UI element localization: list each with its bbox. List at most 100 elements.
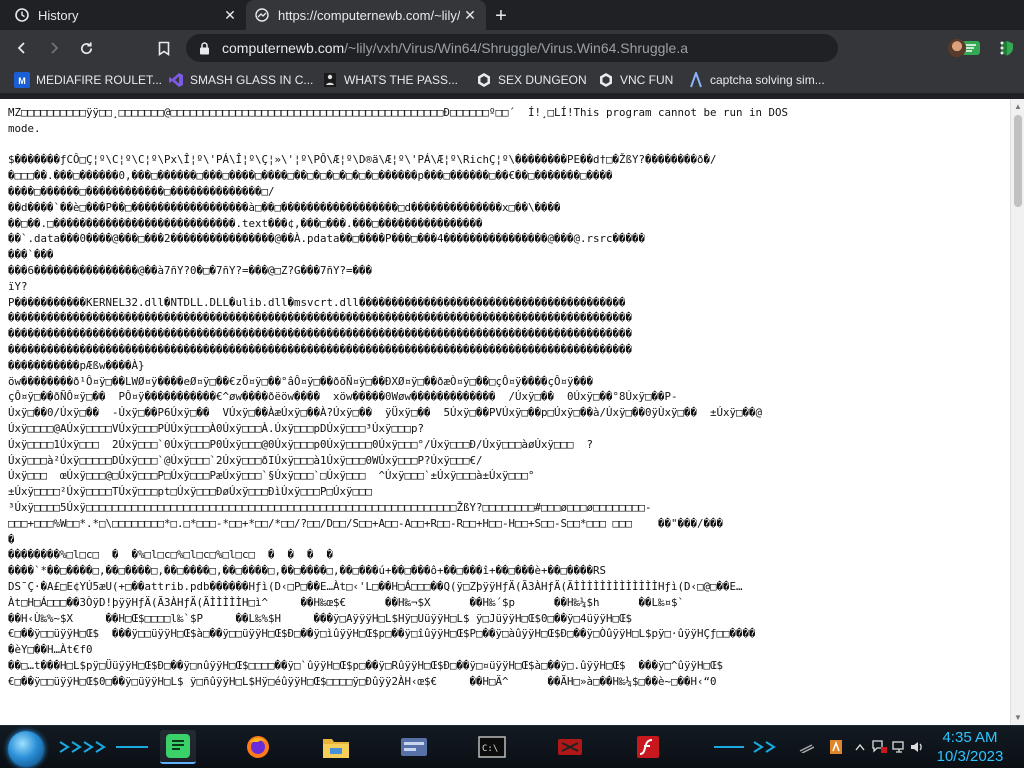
content-line: ����������������������������������������… [8,342,633,356]
content-line: �□□□��.���□������0,���□������□���□����□�… [8,169,613,183]
content-line: Úxÿ□��0/Úxÿ□�� -Úxÿ□��P6Úxÿ□�� VÚxÿ□��Àæ… [8,406,763,420]
content-line: ±Úxÿ□□□□²Úxÿ□□□□TÚxÿ□□□pt□Úxÿ□□□ÐøÚxÿ□□□… [8,485,373,499]
scroll-up-icon[interactable]: ▲ [1014,102,1022,111]
bookmark-label: SMASH GLASS IN C... [190,73,314,87]
binary-text-content: MZ□□□□□□□□□□ÿÿ□□¸□□□□□□□@□□□□□□□□□□□□□□□… [0,99,1010,689]
bookmark-item[interactable]: captcha solving sim... [688,71,825,89]
volume-icon[interactable] [908,738,926,756]
bookmark-item[interactable]: M MEDIAFIRE ROULET... [14,71,162,89]
clock-time: 4:35 AM [942,729,998,746]
firefox-icon[interactable] [240,730,276,764]
close-icon[interactable]: ✕ [460,5,480,25]
new-tab-button[interactable]: + [490,5,512,27]
decorative-chevrons [59,741,148,753]
content-line: ³Úxÿ□□□□5Úxÿ□□□□□□□□□□□□□□□□□□□□□□□□□□□□… [8,500,652,514]
content-line: ����□������□������������□��������������□… [8,184,275,198]
bookmark-item[interactable]: SEX DUNGEON [476,71,587,89]
svg-text:C:\: C:\ [482,744,498,754]
tab-active[interactable]: https://computernewb.com/~lily/v ✕ [246,0,486,30]
start-button[interactable] [8,731,44,767]
vmware-icon [598,72,614,88]
url-host: computernewb.com [222,40,345,56]
clock-date: 10/3/2023 [936,748,1004,765]
profile-avatar[interactable] [948,39,966,57]
content-line: ��������%□l□c□ � �%□l□c□%□l□c□%□l□c□ � �… [8,548,334,562]
notepad-icon[interactable] [160,730,196,764]
content-line: �èY□��H…Àt€f0 [8,643,93,657]
mediafire-icon: M [14,72,30,88]
content-line: çÔ¤ÿ□��ðÑÔ¤ÿ□�� PÔ¤ÿ�����������€^øw����ð… [8,390,678,404]
page-content[interactable]: MZ□□□□□□□□□□ÿÿ□□¸□□□□□□□@□□□□□□□□□□□□□□□… [0,99,1010,725]
system-clock[interactable]: 4:35 AM 10/3/2023 [930,728,1010,766]
flash-icon[interactable] [630,730,666,764]
action-center-icon[interactable] [870,738,890,756]
bookmark-item[interactable]: WHATS THE PASS... [322,71,458,89]
page-icon [254,7,270,23]
history-icon [14,7,30,23]
content-line: $�������ƒCÔ□Ç¦º\C¦º\C¦º\Px\Î¦º\'PÁ\Î¦º\Ç… [8,153,717,167]
tray-app-icon[interactable] [826,738,846,756]
tab-history[interactable]: History ✕ [0,0,246,30]
toolbar: computernewb.com/~lily/vxh/Virus/Win64/S… [0,30,1024,66]
content-line: ��`.data���0����@���□���2���������������… [8,232,646,246]
content-line: Úxÿ□□□□@AÚxÿ□□□□VÚxÿ□□□PÙÚxÿ□□□À0Úxÿ□□□À… [8,421,425,435]
url-path: /~lily/vxh/Virus/Win64/Shruggle/Virus.Wi… [344,40,688,56]
bookmark-item[interactable]: SMASH GLASS IN C... [168,71,313,89]
url-text: computernewb.com/~lily/vxh/Virus/Win64/S… [222,40,688,56]
content-line: ���`��� [8,248,54,262]
content-line: � [8,532,15,546]
explorer-icon[interactable] [318,730,354,764]
content-line: Úxÿ□□□□1Úxÿ□□□ 2Úxÿ□□□`0Úxÿ□□□P0Úxÿ□□□@0… [8,437,594,451]
address-bar[interactable]: computernewb.com/~lily/vxh/Virus/Win64/S… [186,34,1013,62]
content-line: ��□…t���H□L$pÿ□ÜüÿÿH□Œ$Ð□��ÿ□nûÿÿH□Œ$□□□… [8,658,724,672]
content-line: ���6����������������@��à7ñY?0�□�7ñY?=���… [8,263,373,277]
decorative-chevrons [714,741,776,753]
reload-icon [80,41,92,54]
bookmark-label: WHATS THE PASS... [344,73,459,87]
content-line: □□□+□□□%W□□*.*□\□□□□□□□□*□.□*□□□-*□□+*□□… [8,516,724,530]
content-line: Úxÿ□□□ œÚxÿ□□□@□Úxÿ□□□P□Úxÿ□□□PæÚxÿ□□□`§… [8,469,535,483]
content-line: P�����������KERNEL32.dll�NTDLL.DLL�ulib.… [8,295,626,309]
captcha-icon [688,72,704,88]
forward-button[interactable] [42,36,66,60]
content-line: €□��ÿ□□üÿÿH□Œ$0□��ÿ□üÿÿH□L$ ÿ□ñûÿÿH□L$Hÿ… [8,674,717,688]
content-line: ïY? [8,279,28,293]
bookmark-label: VNC FUN [620,73,674,87]
figure-icon [322,72,338,88]
content-line: DS¯Ç·�A£□E¢YÚ5æU(+□��attrib.pdb������Hƒì… [8,579,743,593]
cmd-icon[interactable]: C:\ [474,730,510,764]
content-line: ����������������������������������������… [8,327,633,341]
back-arrow-icon [17,42,25,54]
bookmark-button[interactable] [152,36,176,60]
vmware-icon [476,72,492,88]
bookmark-item[interactable]: VNC FUN [598,71,673,89]
control-panel-icon[interactable] [396,730,432,764]
tray-lines-icon[interactable] [796,738,816,756]
content-line: €□��ÿ□□üÿÿH□Œ$ ���ÿ□□üÿÿH□Œ$à□��ÿ□□üÿÿH□… [8,627,756,641]
scrollbar-thumb[interactable] [1014,115,1022,207]
close-icon[interactable]: ✕ [220,5,240,25]
content-line: Úxÿ□□□à²Úxÿ□□□□□DÚxÿ□□□`@Úxÿ□□□`2Úxÿ□□□ð… [8,453,483,467]
tab-strip: History ✕ https://computernewb.com/~lily… [0,0,1024,30]
bookmark-icon [158,41,170,56]
scroll-down-icon[interactable]: ▼ [1014,713,1022,722]
show-hidden-icons[interactable] [852,738,868,756]
menu-button[interactable] [990,36,1014,60]
vertical-scrollbar[interactable]: ▲ ▼ [1010,99,1024,725]
reload-button[interactable] [74,36,98,60]
content-line: ����������������������������������������… [8,311,633,325]
content-line: Àt□H□Á□□□��3ÒÿD!þÿÿHƒÄ(Ã3ÀHƒÄ(ÃÌÌÌÌÌH□ì^… [8,595,685,609]
media-icon[interactable] [552,730,588,764]
back-button[interactable] [10,36,34,60]
content-line: MZ□□□□□□□□□□ÿÿ□□¸□□□□□□□@□□□□□□□□□□□□□□□… [8,106,789,119]
bookmark-label: MEDIAFIRE ROULET... [36,73,163,87]
visualstudio-icon [168,72,184,88]
content-line: ��□��.□����������������������������.text… [8,216,483,230]
lock-icon[interactable] [196,41,212,55]
bookmark-label: SEX DUNGEON [498,73,587,87]
content-line: ��H‹Ù‰%~$X ��H□Œ$□□□□l‰`$P ��L‰%$H ���ÿ□… [8,611,633,625]
network-icon[interactable] [890,738,908,756]
content-line: ����`*��□����□,��□����□,��□����□,��□����… [8,564,607,578]
content-line: mode. [8,121,41,135]
forward-arrow-icon [51,42,59,54]
